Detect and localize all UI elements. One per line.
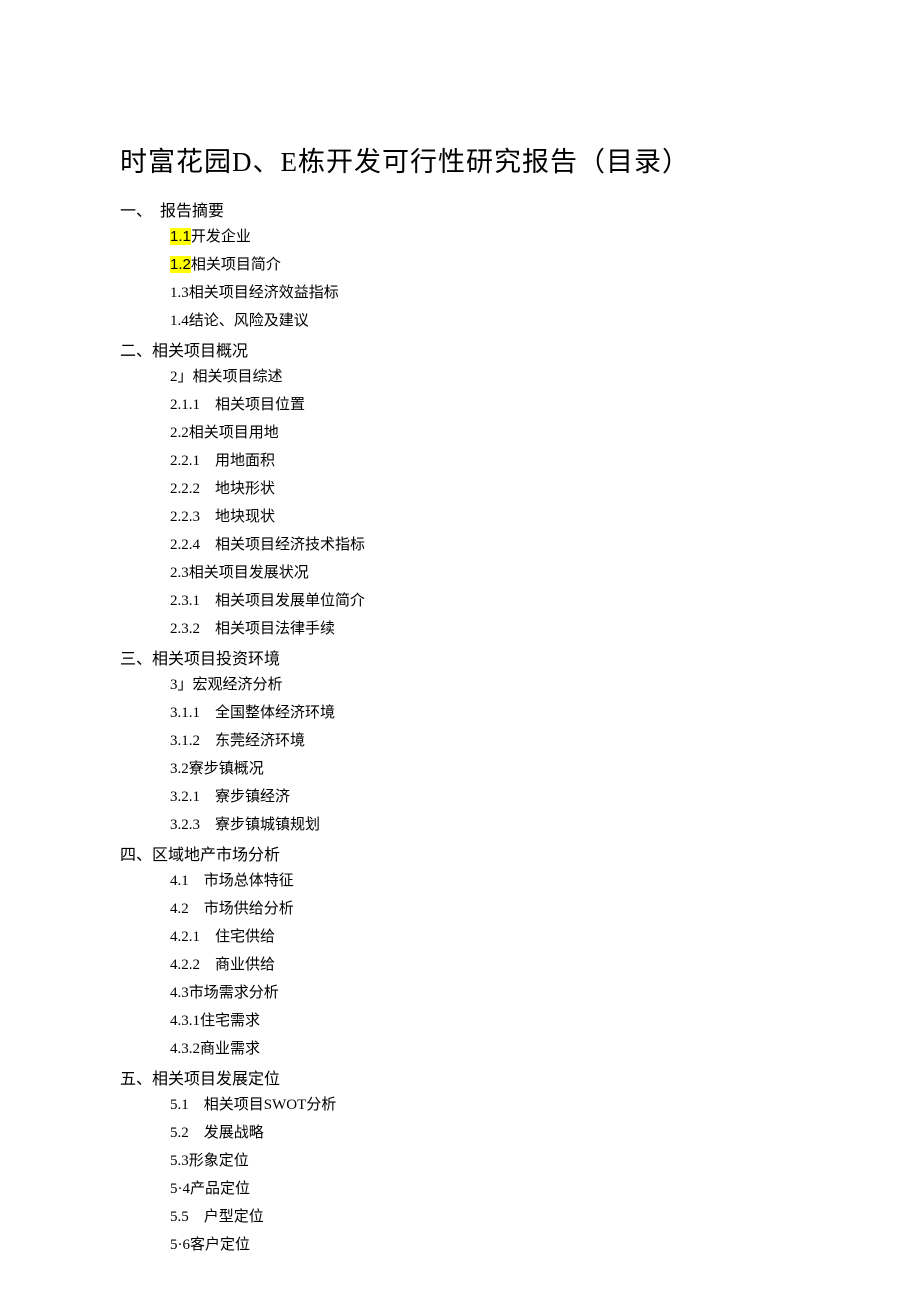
- toc-item: 3.1.2 东莞经济环境: [170, 729, 800, 753]
- toc-item: 2.3相关项目发展状况: [170, 561, 800, 585]
- toc-item: 5.5 户型定位: [170, 1205, 800, 1229]
- toc-item: 2.2.4 相关项目经济技术指标: [170, 533, 800, 557]
- toc-item: 4.1 市场总体特征: [170, 869, 800, 893]
- section-4: 四、区域地产市场分析 4.1 市场总体特征 4.2 市场供给分析 4.2.1 住…: [120, 841, 800, 1061]
- section-1-header: 一、 报告摘要: [120, 197, 800, 221]
- toc-item: 2.2.1 用地面积: [170, 449, 800, 473]
- toc-item: 2」相关项目综述: [170, 365, 800, 389]
- toc-item: 4.3.1住宅需求: [170, 1009, 800, 1033]
- section-1: 一、 报告摘要 1.1开发企业 1.2相关项目简介 1.3相关项目经济效益指标 …: [120, 197, 800, 333]
- toc-item: 1.1开发企业: [170, 225, 800, 249]
- toc-item: 4.2 市场供给分析: [170, 897, 800, 921]
- toc-item: 4.2.2 商业供给: [170, 953, 800, 977]
- toc-item: 5·6客户定位: [170, 1233, 800, 1257]
- toc-item: 3.1.1 全国整体经济环境: [170, 701, 800, 725]
- toc-item: 4.3市场需求分析: [170, 981, 800, 1005]
- toc-item-text: 相关项目简介: [191, 257, 281, 273]
- toc-item: 3.2.3 寮步镇城镇规划: [170, 813, 800, 837]
- toc-item: 5.2 发展战略: [170, 1121, 800, 1145]
- toc-item: 5.3形象定位: [170, 1149, 800, 1173]
- toc-item: 3.2.1 寮步镇经济: [170, 785, 800, 809]
- toc-item: 2.2相关项目用地: [170, 421, 800, 445]
- toc-item-text: 开发企业: [191, 229, 251, 245]
- toc-item: 2.1.1 相关项目位置: [170, 393, 800, 417]
- section-4-header: 四、区域地产市场分析: [120, 841, 800, 865]
- toc-item: 2.3.1 相关项目发展单位简介: [170, 589, 800, 613]
- section-3-header: 三、相关项目投资环境: [120, 645, 800, 669]
- toc-item: 4.2.1 住宅供给: [170, 925, 800, 949]
- section-2: 二、相关项目概况 2」相关项目综述 2.1.1 相关项目位置 2.2相关项目用地…: [120, 337, 800, 641]
- section-5: 五、相关项目发展定位 5.1 相关项目SWOT分析 5.2 发展战略 5.3形象…: [120, 1065, 800, 1257]
- toc-item: 4.3.2商业需求: [170, 1037, 800, 1061]
- toc-item: 1.4结论、风险及建议: [170, 309, 800, 333]
- highlight-text: 1.1: [170, 228, 191, 245]
- toc-item: 3」宏观经济分析: [170, 673, 800, 697]
- toc-item: 2.3.2 相关项目法律手续: [170, 617, 800, 641]
- section-3: 三、相关项目投资环境 3」宏观经济分析 3.1.1 全国整体经济环境 3.1.2…: [120, 645, 800, 837]
- toc-item: 2.2.3 地块现状: [170, 505, 800, 529]
- toc-item: 1.2相关项目简介: [170, 253, 800, 277]
- toc-item: 5.1 相关项目SWOT分析: [170, 1093, 800, 1117]
- highlight-text: 1.2: [170, 256, 191, 273]
- toc-item: 1.3相关项目经济效益指标: [170, 281, 800, 305]
- section-2-header: 二、相关项目概况: [120, 337, 800, 361]
- section-5-header: 五、相关项目发展定位: [120, 1065, 800, 1089]
- document-title: 时富花园D、E栋开发可行性研究报告（目录）: [120, 140, 800, 179]
- toc-item: 3.2寮步镇概况: [170, 757, 800, 781]
- toc-item: 2.2.2 地块形状: [170, 477, 800, 501]
- toc-item: 5·4产品定位: [170, 1177, 800, 1201]
